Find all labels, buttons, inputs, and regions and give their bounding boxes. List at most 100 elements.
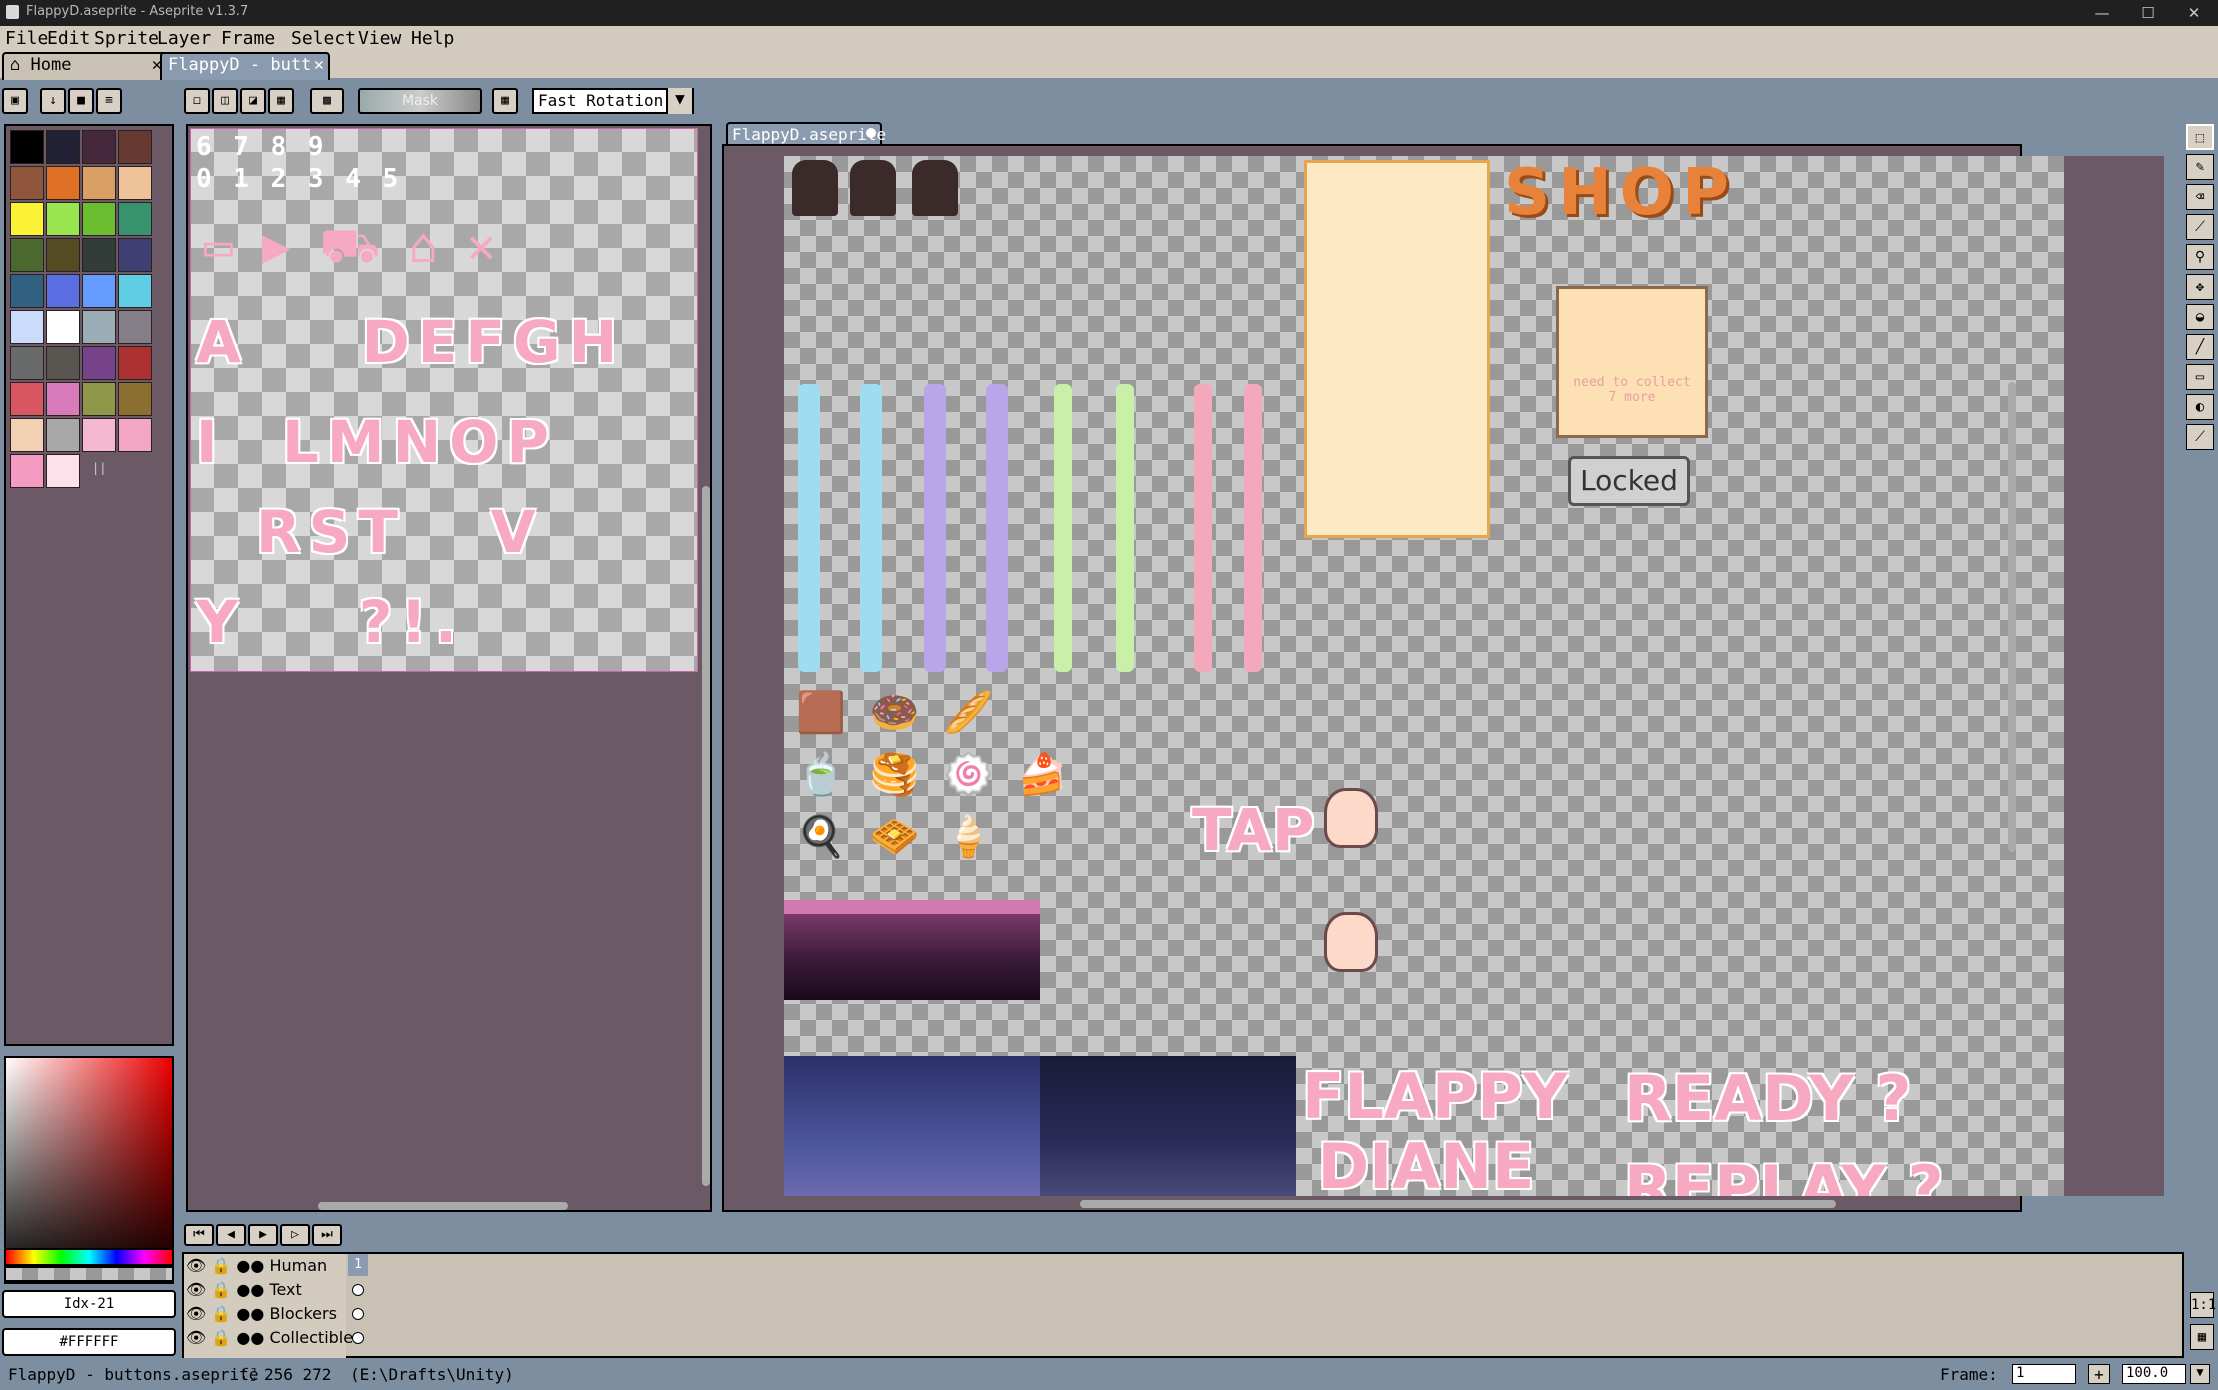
menu-layer[interactable]: Layer [157, 28, 211, 49]
lock-icon[interactable]: 🔒 [211, 1304, 231, 1323]
palette-swatch[interactable] [46, 130, 80, 164]
continuous-icon[interactable]: ●● [236, 1304, 264, 1323]
cel-dot[interactable] [352, 1308, 364, 1320]
palette-sort-icon[interactable]: ↓ [40, 88, 66, 114]
layer-row[interactable]: 👁 🔒 ●● Human [186, 1256, 366, 1278]
sprite-canvas[interactable]: SHOP need to collect 7 more Locked 🟫 🍩 🥖… [784, 156, 2064, 1202]
palette-swatch[interactable] [10, 382, 44, 416]
palette-swatch[interactable] [46, 274, 80, 308]
palette-resize-handle[interactable]: || [92, 461, 106, 475]
zoom-dropdown-icon[interactable]: ▼ [2190, 1364, 2210, 1384]
close-window-button[interactable]: ✕ [2172, 1, 2216, 25]
palette-swatch[interactable] [46, 418, 80, 452]
layer-row[interactable]: 👁 🔒 ●● Text [186, 1280, 366, 1302]
continuous-icon[interactable]: ●● [236, 1280, 264, 1299]
zoom-timeline-icon[interactable]: 1:1 [2190, 1292, 2216, 1318]
eyedropper-icon[interactable]: ⟋ [2186, 214, 2214, 240]
palette-swatch[interactable] [82, 310, 116, 344]
palette-swatch[interactable] [46, 382, 80, 416]
preview-scrollbar-horizontal[interactable] [318, 1202, 568, 1210]
palette-save-icon[interactable]: ■ [68, 88, 94, 114]
background-color-hex[interactable]: #FFFFFF [2, 1328, 176, 1356]
palette-swatch[interactable] [10, 238, 44, 272]
menu-help[interactable]: Help [411, 28, 454, 49]
frame-input[interactable]: 1 [2012, 1364, 2076, 1384]
transparent-color-mask[interactable]: Mask [358, 88, 482, 114]
blur-icon[interactable]: ⟋ [2186, 424, 2214, 450]
pencil-icon[interactable]: ✎ [2186, 154, 2214, 180]
editor-scrollbar-horizontal[interactable] [1080, 1200, 1836, 1208]
palette-swatch[interactable] [82, 382, 116, 416]
palette-swatch[interactable] [82, 202, 116, 236]
next-frame-icon[interactable]: ▷ [280, 1224, 310, 1246]
add-frame-button[interactable]: + [2088, 1364, 2110, 1384]
font-sheet-canvas[interactable]: 6 7 8 9 0 1 2 3 4 5 ▭ ▶ ⛟ ⌂ ✕ A DEFGH I … [190, 128, 698, 672]
palette-swatch[interactable] [46, 346, 80, 380]
tab-document[interactable]: FlappyD - butt ✕ [160, 52, 330, 80]
palette-swatch[interactable] [46, 454, 80, 488]
first-frame-icon[interactable]: ⏮ [184, 1224, 214, 1246]
lock-icon[interactable]: 🔒 [211, 1256, 231, 1275]
palette-swatch[interactable] [118, 418, 152, 452]
palette-swatch[interactable] [10, 310, 44, 344]
palette-swatch[interactable] [46, 238, 80, 272]
lock-icon[interactable]: ▣ [2, 88, 28, 114]
layer-row[interactable]: 👁 🔒 ●● Blockers [186, 1304, 366, 1326]
palette-swatch[interactable] [10, 418, 44, 452]
chevron-down-icon[interactable]: ▼ [666, 88, 692, 114]
palette-swatch[interactable] [118, 202, 152, 236]
palette-swatch[interactable] [10, 274, 44, 308]
palette-swatch[interactable] [46, 202, 80, 236]
eye-icon[interactable]: 👁 [186, 1304, 206, 1323]
editor-tab[interactable]: FlappyD.aseprite [726, 122, 886, 144]
hue-slider[interactable] [4, 1248, 174, 1266]
move-icon[interactable]: ✥ [2186, 274, 2214, 300]
paint-bucket-icon[interactable]: ◒ [2186, 304, 2214, 330]
eye-icon[interactable]: 👁 [186, 1328, 206, 1347]
menu-frame[interactable]: Frame [221, 28, 275, 49]
palette-swatch[interactable] [82, 346, 116, 380]
menu-edit[interactable]: Edit [47, 28, 90, 49]
palette-menu-icon[interactable]: ≡ [96, 88, 122, 114]
eraser-icon[interactable]: ⌫ [2186, 184, 2214, 210]
selection-subtract-icon[interactable]: ◪ [240, 88, 266, 114]
eye-icon[interactable]: 👁 [186, 1256, 206, 1275]
palette-swatch[interactable] [118, 310, 152, 344]
selection-intersect-icon[interactable]: ▦ [268, 88, 294, 114]
lock-icon[interactable]: 🔒 [211, 1280, 231, 1299]
palette-swatch[interactable] [118, 130, 152, 164]
preview-scrollbar-vertical[interactable] [702, 486, 710, 1186]
menu-sprite[interactable]: Sprite [94, 28, 159, 49]
palette-swatch[interactable] [118, 346, 152, 380]
maximize-button[interactable]: ☐ [2126, 1, 2170, 25]
cel-dot[interactable] [352, 1284, 364, 1296]
palette-swatch[interactable] [82, 166, 116, 200]
palette-swatch[interactable] [46, 166, 80, 200]
selection-add-icon[interactable]: ◫ [212, 88, 238, 114]
palette-swatch[interactable] [10, 166, 44, 200]
palette-swatch[interactable] [82, 418, 116, 452]
cel-dot[interactable] [352, 1332, 364, 1344]
layer-row[interactable]: 👁 🔒 ●● Collectible [186, 1328, 366, 1350]
palette-swatch[interactable] [118, 166, 152, 200]
lock-icon[interactable]: 🔒 [211, 1328, 231, 1347]
palette-swatch[interactable] [46, 310, 80, 344]
frame-header[interactable]: 1 [348, 1254, 368, 1276]
palette-swatch[interactable] [118, 274, 152, 308]
rectangular-marquee-icon[interactable]: ⬚ [2186, 124, 2214, 150]
alpha-slider[interactable] [4, 1266, 174, 1282]
menu-file[interactable]: File [5, 28, 48, 49]
foreground-color-index[interactable]: Idx-21 [2, 1290, 176, 1318]
zoom-input[interactable]: 100.0 [2122, 1364, 2186, 1384]
last-frame-icon[interactable]: ⏭ [312, 1224, 342, 1246]
eye-icon[interactable]: 👁 [186, 1280, 206, 1299]
timeline-options-icon[interactable]: ▦ [2190, 1324, 2214, 1350]
contour-icon[interactable]: ◐ [2186, 394, 2214, 420]
rotation-algorithm-select[interactable]: Fast Rotation ▼ [532, 88, 694, 114]
palette-swatch[interactable] [10, 454, 44, 488]
menu-view[interactable]: View [358, 28, 401, 49]
minimize-button[interactable]: — [2080, 1, 2124, 25]
palette-swatch[interactable] [82, 274, 116, 308]
palette-swatch[interactable] [10, 346, 44, 380]
palette-swatch[interactable] [82, 238, 116, 272]
